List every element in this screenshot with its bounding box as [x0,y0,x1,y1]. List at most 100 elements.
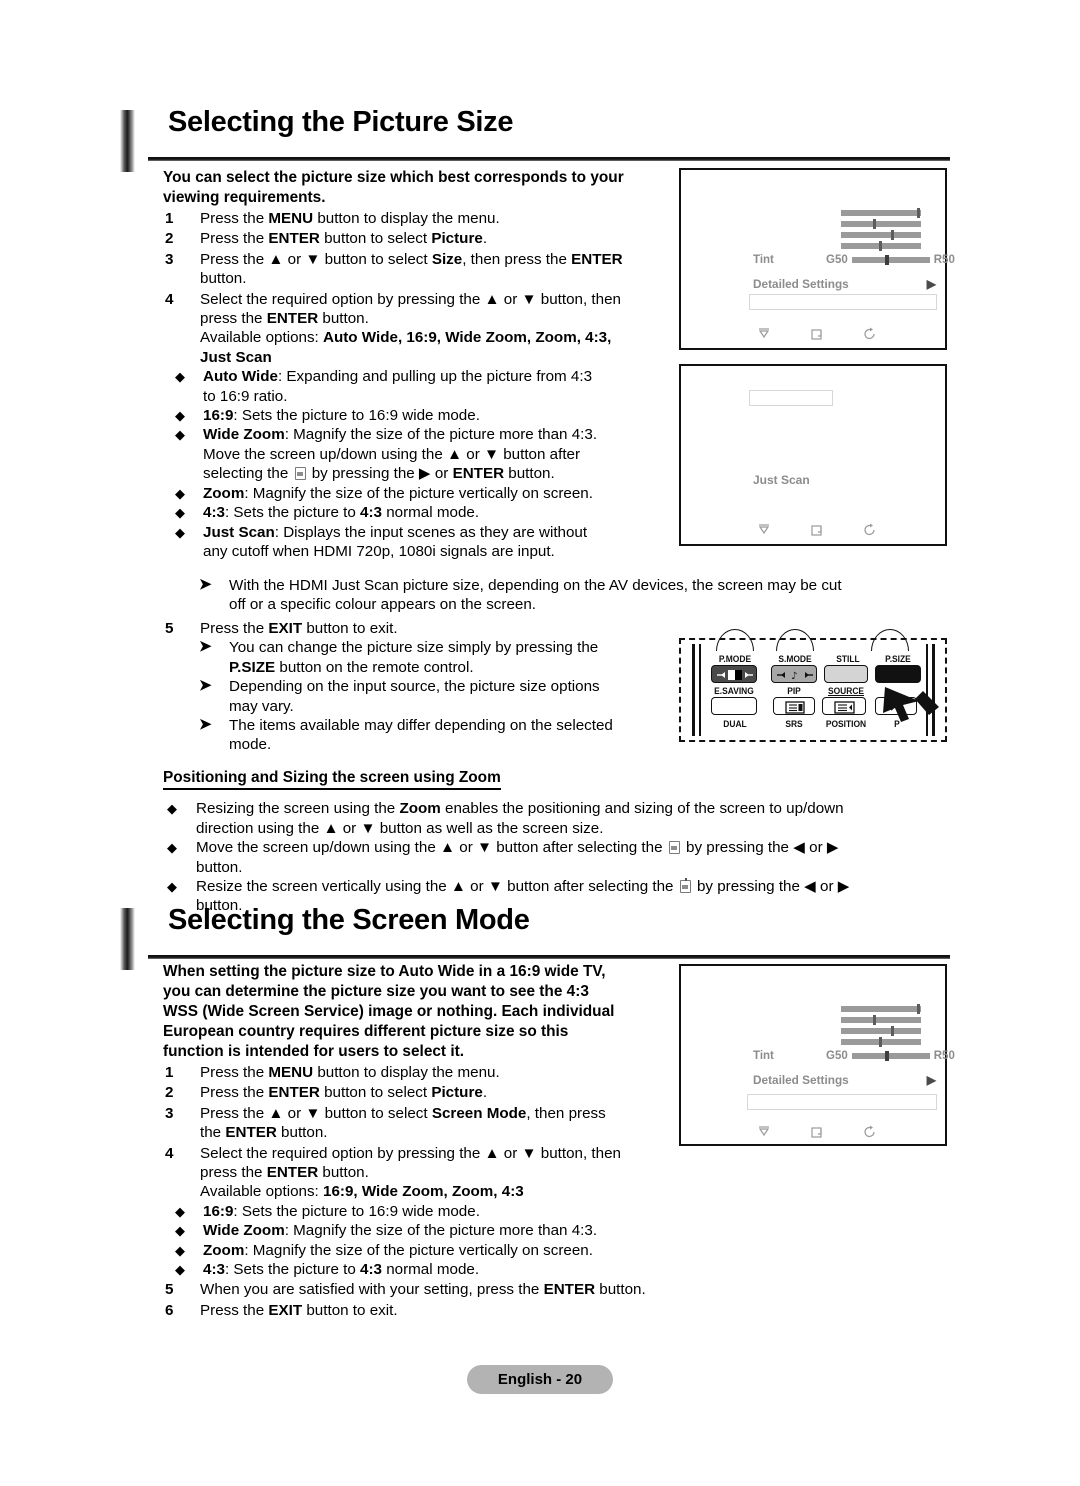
diamond-bullet-icon: ◆ [175,369,185,385]
sm-option-wide-zoom: ◆ Wide Zoom: Magnify the size of the pic… [163,1221,668,1240]
intro-line-1: When setting the picture size to Auto Wi… [163,963,606,980]
tv-menu-panel-picture: Tint G50 R50 Detailed Settings ▶ [679,168,955,350]
option-name: 4:3 [203,504,225,522]
panel-footer-icons [737,1123,897,1141]
intro-line-3: WSS (Wide Screen Service) image or nothi… [163,1003,615,1020]
key-enter: ENTER [268,1084,320,1102]
remote-button-pmode[interactable] [711,665,757,683]
remote-label-pip: PIP [787,685,801,696]
diamond-bullet-icon: ◆ [175,1223,185,1239]
remote-label-position: POSITION [825,718,867,729]
key-exit: EXIT [268,1301,303,1319]
option-desc-cont: any cutoff when HDMI 720p, 1080i signals… [203,542,555,560]
option-name: Auto Wide [203,368,278,386]
slider-contrast[interactable] [841,208,921,218]
step-number: 1 [165,1064,174,1081]
tint-slider-row[interactable]: G50 R50 [826,1050,955,1062]
heading-divider [148,157,950,161]
step-number: 3 [165,250,174,268]
slider-contrast[interactable] [841,1004,921,1014]
tint-knob[interactable] [884,1051,889,1061]
slider-knob[interactable] [873,219,876,229]
remote-left-rail-inner [699,644,701,736]
slider-knob[interactable] [891,1026,894,1036]
step-number: 1 [165,210,174,227]
step-text-mid: press the [200,310,267,328]
selection-highlight-box[interactable] [747,1094,937,1110]
step-2: 2 Press the ENTER button to select Pictu… [163,229,668,248]
remote-label-source: SOURCE [827,685,865,696]
option-name: 16:9 [203,1202,234,1220]
move-screen-icon [294,467,306,481]
menu-screen-mode: Screen Mode [431,1104,527,1122]
note-psize-shortcut: ➤ You can change the picture size simply… [163,638,668,677]
positioning-block: Positioning and Sizing the screen using … [163,768,953,916]
selection-highlight-box[interactable] [749,294,937,310]
diamond-bullet-icon: ◆ [175,524,185,540]
intro-line-4: European country requires different pict… [163,1023,569,1040]
detailed-settings-row[interactable]: Detailed Settings ▶ [753,277,936,291]
available-label: Available options: [200,1183,323,1201]
bullet-text: Move the screen up/down using the ▲ or ▼… [196,839,667,857]
step-text: Select the required option by pressing t… [200,1144,621,1162]
detailed-settings-row[interactable]: Detailed Settings ▶ [753,1073,936,1087]
bullet-line-2: button. [196,858,243,876]
just-scan-label: Just Scan [753,473,810,487]
diamond-bullet-icon: ◆ [167,840,177,856]
slider-sharpness[interactable] [841,1026,921,1036]
slider-knob[interactable] [879,1037,882,1047]
move-screen-icon [668,841,680,855]
slider-colour[interactable] [841,241,921,251]
step-text-tail: button to exit. [302,1301,398,1319]
remote-arc-button-3[interactable] [871,629,909,651]
sm-step-3: 3 Press the ▲ or ▼ button to select Scre… [163,1104,668,1143]
diamond-bullet-icon: ◆ [167,801,177,817]
slider-colour[interactable] [841,1037,921,1047]
selection-highlight-box[interactable] [749,390,833,406]
tint-red-label: R50 [933,254,955,266]
remote-arc-button-2[interactable] [776,629,814,651]
option-auto-wide: ◆ Auto Wide: Expanding and pulling up th… [163,367,668,406]
remote-button-pip[interactable] [773,697,815,715]
diamond-bullet-icon: ◆ [175,1203,185,1219]
remote-button-smode[interactable]: ♪ [771,665,817,683]
step-text-tail: . [482,1084,488,1102]
step-text-tail: button. [595,1281,646,1299]
remote-button-still[interactable] [824,665,868,683]
screen-mode-body: When setting the picture size to Auto Wi… [163,962,668,1320]
available-values: Auto Wide, 16:9, Wide Zoom, Zoom, 4:3, [323,329,612,347]
slider-brightness[interactable] [841,1015,921,1025]
option-desc-bold: 4:3 [360,1261,382,1279]
tint-slider[interactable] [851,255,930,265]
menu-size: Size [431,250,463,268]
step-text: Press the ▲ or ▼ button to select [200,250,432,268]
tint-green-label: G50 [826,1050,848,1062]
step-text-tail: button. [318,310,369,328]
detailed-settings-label: Detailed Settings [753,277,849,291]
slider-knob[interactable] [917,208,920,218]
tint-knob[interactable] [884,255,889,265]
slider-sharpness[interactable] [841,230,921,240]
step-text: Press the [200,1301,269,1319]
diamond-bullet-icon: ◆ [175,427,185,443]
slider-brightness[interactable] [841,219,921,229]
diamond-bullet-icon: ◆ [175,408,185,424]
remote-label-pmode: P.MODE [718,653,752,664]
slider-knob[interactable] [873,1015,876,1025]
step-number: 2 [165,230,174,248]
step-1: 1 Press the MENU button to display the m… [163,209,668,228]
remote-label-psize: P.SIZE [885,653,911,664]
slider-knob[interactable] [917,1004,920,1014]
remote-arc-button-1[interactable] [716,629,754,651]
slider-knob[interactable] [891,230,894,240]
tint-slider[interactable] [851,1051,930,1061]
slider-knob[interactable] [879,241,882,251]
remote-button-source[interactable] [822,697,866,715]
tint-slider-row[interactable]: G50 R50 [826,254,955,266]
step-text: Press the [200,210,269,227]
sm-step-6: 6 Press the EXIT button to exit. [163,1301,668,1320]
panel-footer-icons [737,521,897,539]
section-heading-picture-size: Selecting the Picture Size [120,106,950,172]
remote-button-esaving[interactable] [711,697,757,715]
step-text: Press the ▲ or ▼ button to select [200,1104,432,1122]
